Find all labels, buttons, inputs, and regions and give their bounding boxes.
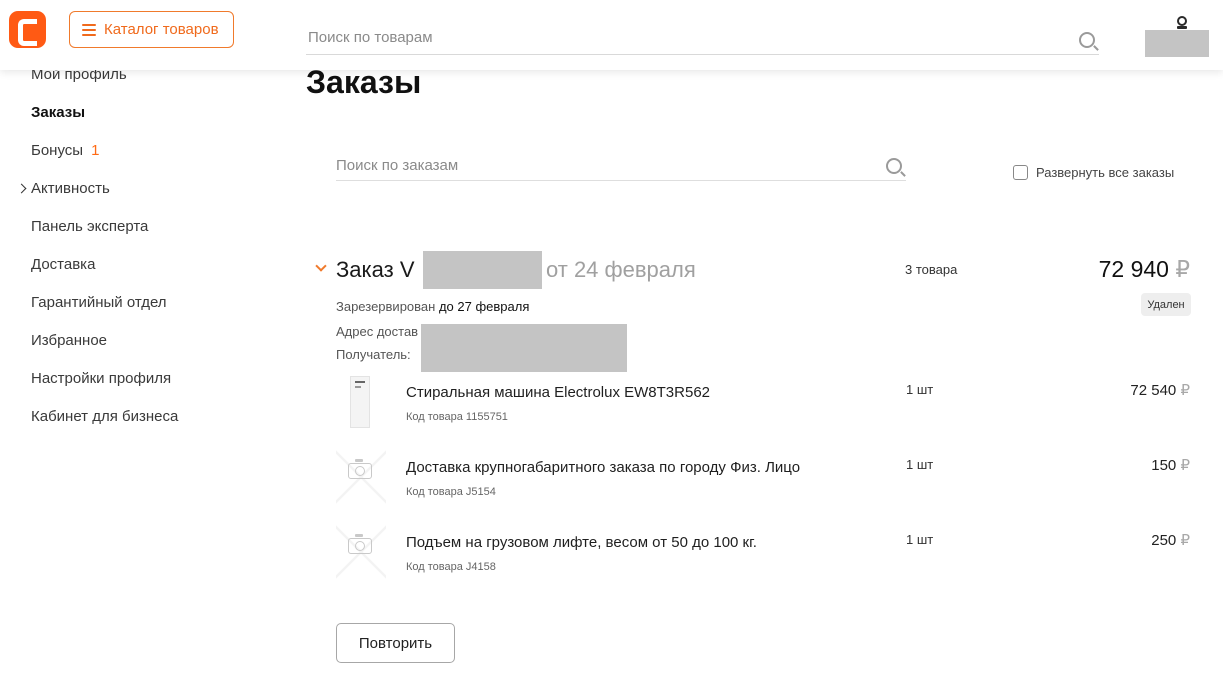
sidebar-item-label: Избранное [31, 332, 108, 349]
user-name-redacted[interactable] [1145, 30, 1209, 57]
sidebar-item-label: Активность [31, 180, 110, 197]
currency-symbol: ₽ [1180, 382, 1190, 399]
item-price: 250 ₽ [1151, 531, 1190, 549]
item-thumbnail[interactable] [336, 522, 386, 582]
catalog-button[interactable]: Каталог товаров [69, 11, 234, 48]
list-icon [82, 23, 96, 36]
item-qty: 1 шт [906, 382, 934, 397]
sidebar-item-profile-settings[interactable]: Настройки профиля [31, 370, 171, 387]
sidebar-item-business[interactable]: Кабинет для бизнеса [31, 408, 178, 425]
item-code: Код товара J4158 [406, 561, 496, 573]
item-code: Код товара 1155751 [406, 411, 508, 423]
reserved-line: Зарезервирован до 27 февраля [336, 299, 529, 314]
address-label: Адрес достав [336, 324, 419, 339]
sidebar-item-label: Заказы [31, 104, 86, 121]
sidebar-item-activity[interactable]: Активность [31, 180, 110, 197]
order-search-input[interactable] [336, 151, 932, 179]
item-qty: 1 шт [906, 532, 934, 547]
currency-symbol: ₽ [1180, 457, 1190, 474]
washing-machine-image[interactable] [336, 376, 386, 436]
recipient-label: Получатель: [336, 347, 411, 362]
currency-symbol: ₽ [1175, 256, 1190, 282]
order-total: 72 940 ₽ [1099, 256, 1190, 283]
sidebar-item-warranty[interactable]: Гарантийный отдел [31, 294, 167, 311]
product-search-input[interactable] [306, 22, 1099, 52]
expand-all-checkbox[interactable] [1013, 165, 1028, 180]
sidebar-item-label: Кабинет для бизнеса [31, 408, 179, 425]
address-recipient-redacted [421, 324, 627, 372]
sidebar-item-expert-panel[interactable]: Панель эксперта [31, 218, 148, 235]
expand-all-label: Развернуть все заказы [1036, 165, 1175, 180]
order-date: от 24 февраля [546, 257, 696, 282]
reserved-until: до 27 февраля [438, 299, 530, 314]
item-price-value: 250 [1151, 532, 1177, 549]
sidebar-item-label: Настройки профиля [31, 370, 172, 387]
reserved-label: Зарезервирован [336, 299, 436, 314]
sidebar-item-orders[interactable]: Заказы [31, 104, 85, 121]
item-price-value: 72 540 [1130, 382, 1177, 399]
order-total-value: 72 940 [1098, 256, 1169, 282]
chevron-right-icon[interactable] [16, 183, 27, 194]
washing-machine-image [350, 376, 370, 428]
item-code: Код товара J5154 [406, 486, 496, 498]
item-thumbnail[interactable] [336, 447, 386, 507]
repeat-order-button[interactable]: Повторить [336, 623, 455, 663]
sidebar-item-bonuses[interactable]: Бонусы 1 [31, 142, 99, 159]
sidebar-item-label: Бонусы [31, 142, 84, 159]
bonus-count-badge: 1 [91, 142, 100, 159]
brand-logo-icon[interactable] [9, 11, 46, 48]
search-icon[interactable] [886, 158, 902, 174]
currency-symbol: ₽ [1180, 532, 1190, 549]
item-name[interactable]: Доставка крупногабаритного заказа по гор… [406, 459, 800, 476]
chevron-down-icon[interactable] [315, 260, 327, 272]
sidebar-item-label: Гарантийный отдел [31, 294, 167, 311]
sidebar-item-favorites[interactable]: Избранное [31, 332, 107, 349]
item-price-value: 150 [1151, 457, 1177, 474]
site-header: Каталог товаров [0, 0, 1223, 70]
user-icon[interactable] [1177, 16, 1187, 29]
order-search[interactable] [336, 151, 932, 181]
sidebar-item-label: Доставка [31, 256, 96, 273]
product-search[interactable] [306, 22, 1099, 55]
order-items-count: 3 товара [905, 262, 958, 277]
order-title[interactable]: Заказ V [336, 257, 415, 283]
item-price: 72 540 ₽ [1130, 381, 1190, 399]
camera-icon [348, 459, 372, 479]
camera-icon [348, 534, 372, 554]
catalog-button-label: Каталог товаров [104, 21, 219, 38]
search-icon[interactable] [1079, 32, 1095, 48]
logo-letter-icon [18, 19, 37, 46]
status-badge: Удален [1141, 293, 1191, 316]
item-name[interactable]: Подъем на грузовом лифте, весом от 50 до… [406, 534, 757, 551]
sidebar-item-label: Панель эксперта [31, 218, 149, 235]
item-qty: 1 шт [906, 457, 934, 472]
item-name[interactable]: Стиральная машина Electrolux EW8T3R562 [406, 384, 710, 401]
order-number-redacted [423, 251, 542, 289]
sidebar-item-delivery[interactable]: Доставка [31, 256, 95, 273]
expand-all-toggle[interactable]: Развернуть все заказы [1013, 165, 1174, 180]
item-price: 150 ₽ [1151, 456, 1190, 474]
